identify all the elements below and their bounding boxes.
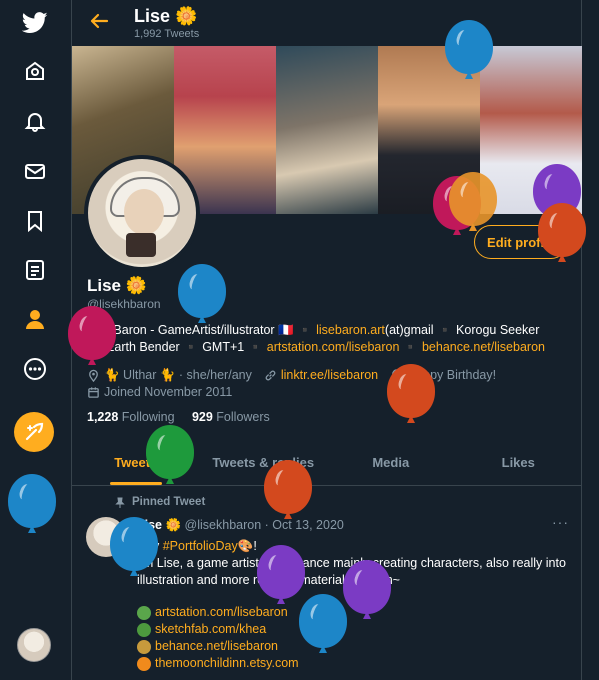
tweet-link-etsy[interactable]: themoonchildinn.etsy.com	[155, 655, 299, 672]
balloon-purple	[257, 545, 305, 605]
following-link[interactable]: 1,228 Following	[87, 410, 175, 424]
more-icon[interactable]	[22, 356, 48, 382]
tweet-more-icon[interactable]: ···	[552, 514, 569, 530]
balloon-red-orange	[538, 203, 586, 263]
balloon-red-orange	[264, 460, 312, 520]
followers-link[interactable]: 929 Followers	[192, 410, 270, 424]
profile-website-link[interactable]: linktr.ee/lisebaron	[281, 367, 378, 384]
bio-text: (at)gmail ▪️ Korogu Seeker	[384, 323, 540, 337]
balloon-red-orange	[387, 364, 435, 424]
tweet-count: 1,992 Tweets	[134, 28, 200, 40]
tweet-header: Lise 🌼 @lisekhbaron · Oct 13, 2020	[137, 518, 344, 533]
sidebar	[0, 0, 72, 680]
back-arrow-icon[interactable]	[88, 10, 110, 32]
location-icon	[89, 369, 98, 382]
balloon-blue	[178, 264, 226, 324]
bookmark-icon[interactable]	[22, 208, 48, 234]
profile-icon[interactable]	[22, 306, 48, 332]
pumpkin-emoji-icon	[137, 656, 151, 671]
tweet-links: artstation.com/lisebaron sketchfab.com/k…	[137, 604, 299, 672]
avatar-face	[124, 189, 164, 235]
bio-link-behance[interactable]: behance.net/lisebaron	[422, 340, 545, 354]
camping-emoji-icon	[137, 639, 151, 654]
balloon-magenta	[68, 306, 116, 366]
herb-emoji-icon	[137, 622, 151, 637]
avatar-cup	[126, 233, 156, 257]
header-name: Lise 🌼	[134, 6, 198, 26]
balloon-orange	[449, 172, 497, 232]
compose-icon[interactable]	[14, 412, 54, 452]
account-avatar[interactable]	[17, 628, 51, 662]
balloon-blue	[445, 20, 493, 80]
bio-text: Lise Baron - GameArtist/illustrator 🇫🇷 ▪…	[87, 323, 317, 337]
tweet-link-behance[interactable]: behance.net/lisebaron	[155, 638, 278, 655]
balloon-purple	[343, 560, 391, 620]
home-icon[interactable]	[22, 58, 48, 84]
list-icon[interactable]	[22, 257, 48, 283]
app: Lise 🌼 1,992 Tweets Edit profile Lise 🌼 …	[0, 0, 599, 680]
followers-count: 929	[191, 410, 213, 424]
profile-location: 🐈 Ulthar 🐈 · she/her/any	[104, 368, 252, 382]
tab-likes[interactable]: Likes	[455, 440, 583, 485]
pin-icon	[115, 497, 125, 508]
bio-link-email[interactable]: lisebaron.art	[316, 323, 385, 337]
tweet-link-sketchfab[interactable]: sketchfab.com/khea	[155, 621, 266, 638]
tweet-text: 🎨!	[237, 539, 257, 553]
balloon-blue	[8, 474, 56, 534]
twitter-logo-icon[interactable]	[22, 10, 48, 36]
profile-avatar[interactable]	[84, 155, 200, 271]
banner-artwork-3	[276, 46, 378, 214]
tweet-link-artstation[interactable]: artstation.com/lisebaron	[155, 604, 288, 621]
following-count: 1,228	[87, 410, 119, 424]
top-bar: Lise 🌼 1,992 Tweets	[72, 0, 582, 46]
profile-meta: 🐈 Ulthar 🐈 · she/her/any linktr.ee/liseb…	[87, 367, 577, 401]
bio-link-artstation[interactable]: artstation.com/lisebaron	[267, 340, 400, 354]
link-icon	[265, 370, 276, 381]
bio-text: ▪️	[399, 340, 422, 354]
balloon-blue	[299, 594, 347, 654]
pinned-label: Pinned Tweet	[132, 496, 206, 508]
follow-stats: 1,228 Following 929 Followers	[87, 410, 270, 424]
tab-media[interactable]: Media	[327, 440, 455, 485]
profile-joined: Joined November 2011	[104, 385, 233, 399]
hashtag-link[interactable]: #PortfolioDay	[163, 539, 238, 553]
followers-label: Followers	[216, 410, 270, 424]
tweet-meta: @lisekhbaron · Oct 13, 2020	[184, 518, 344, 532]
main-column: Lise 🌼 1,992 Tweets Edit profile Lise 🌼 …	[72, 0, 582, 680]
balloon-blue	[110, 517, 158, 577]
balloon-green	[146, 425, 194, 485]
following-label: Following	[121, 410, 175, 424]
profile-bio: Lise Baron - GameArtist/illustrator 🇫🇷 ▪…	[87, 322, 572, 356]
calendar-icon	[88, 387, 99, 398]
mail-icon[interactable]	[22, 158, 48, 184]
leaf-emoji-icon	[137, 605, 151, 620]
bell-icon[interactable]	[22, 108, 48, 134]
profile-name: Lise 🌼	[87, 276, 147, 295]
